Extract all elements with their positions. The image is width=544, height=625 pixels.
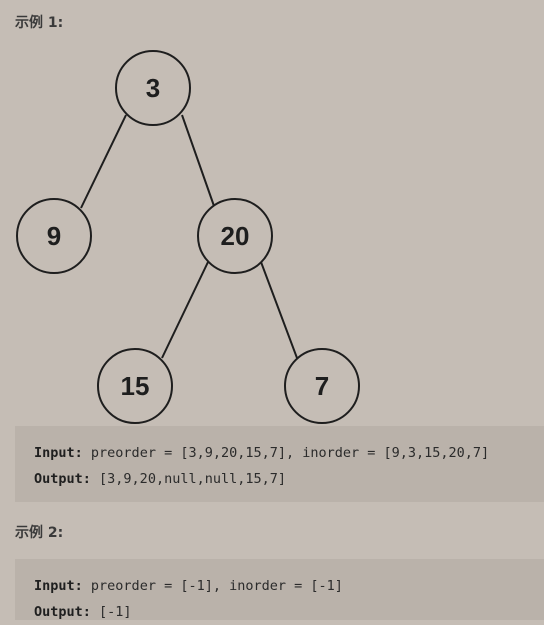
example-2-heading: 示例 2: [15, 525, 64, 541]
node-label: 7 [315, 371, 329, 401]
input-line: Input: preorder = [3,9,20,15,7], inorder… [34, 440, 544, 466]
edge-20-7 [260, 261, 298, 359]
node-label: 20 [221, 221, 250, 251]
output-line: Output: [-1] [34, 599, 544, 625]
input-label: Input: [34, 445, 83, 461]
edge-3-20 [181, 114, 215, 207]
edge-20-15 [161, 261, 209, 359]
output-line: Output: [3,9,20,null,null,15,7] [34, 466, 544, 492]
tree-node-15: 15 [97, 348, 173, 424]
binary-tree-diagram: 3 9 20 15 7 [16, 50, 360, 424]
input-value: preorder = [-1], inorder = [-1] [90, 578, 343, 594]
example-1-code-block: Input: preorder = [3,9,20,15,7], inorder… [15, 426, 544, 502]
output-value: [-1] [99, 604, 132, 620]
input-label: Input: [34, 578, 83, 594]
tree-node-9: 9 [16, 198, 92, 274]
output-label: Output: [34, 471, 91, 487]
output-value: [3,9,20,null,null,15,7] [99, 471, 286, 487]
node-label: 15 [121, 371, 150, 401]
tree-node-3: 3 [115, 50, 191, 126]
input-line: Input: preorder = [-1], inorder = [-1] [34, 573, 544, 599]
tree-node-7: 7 [284, 348, 360, 424]
input-value: preorder = [3,9,20,15,7], inorder = [9,3… [90, 445, 490, 461]
node-label: 9 [47, 221, 61, 251]
node-label: 3 [146, 73, 160, 103]
example-2-code-block: Input: preorder = [-1], inorder = [-1] O… [15, 559, 544, 620]
output-label: Output: [34, 604, 91, 620]
example-1-heading: 示例 1: [15, 15, 64, 31]
edge-3-9 [80, 114, 127, 209]
tree-node-20: 20 [197, 198, 273, 274]
